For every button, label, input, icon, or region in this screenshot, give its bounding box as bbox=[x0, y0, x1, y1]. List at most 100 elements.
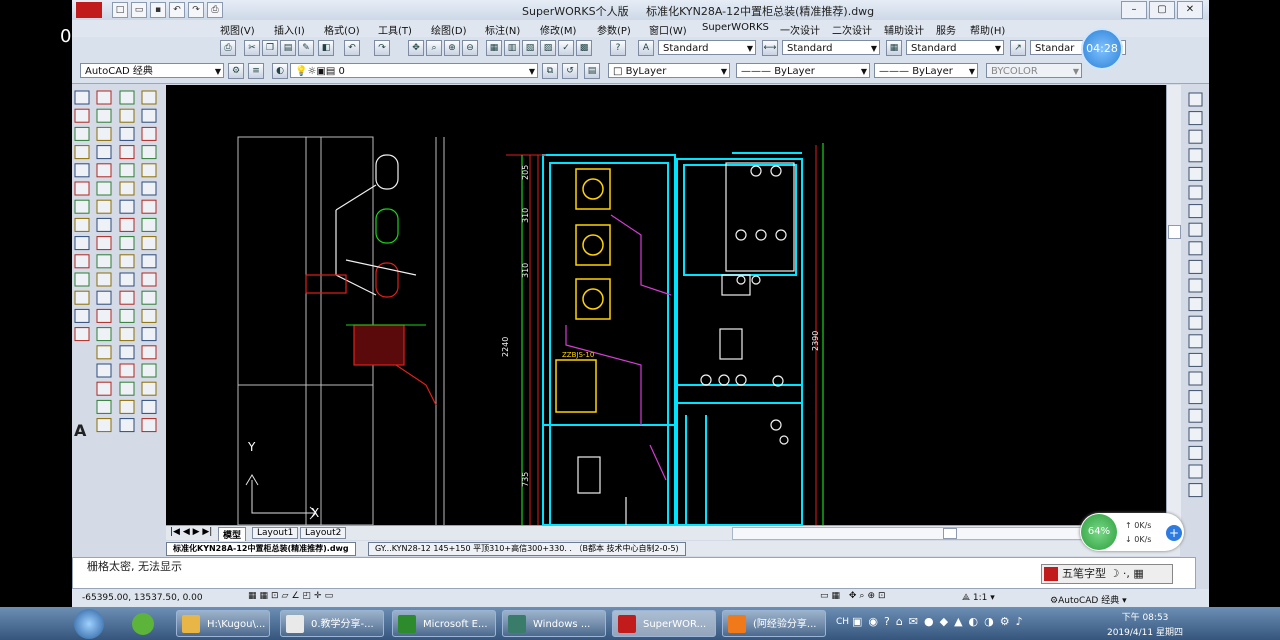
palette-tool-icon bbox=[141, 199, 157, 214]
drafting-toggles-icon[interactable]: ▦▦⊡▱∠◰✛▭ bbox=[248, 591, 336, 601]
recording-timer[interactable]: 04:28 bbox=[1081, 28, 1123, 70]
taskbar-item-excel[interactable]: Microsoft E... bbox=[392, 610, 496, 637]
properties-icon[interactable]: ▦ bbox=[486, 40, 502, 56]
menu-tools[interactable]: 工具(T) bbox=[378, 22, 412, 37]
menu-help[interactable]: 帮助(H) bbox=[970, 22, 1005, 37]
quickcalc-icon[interactable]: ▩ bbox=[576, 40, 592, 56]
excel-icon bbox=[398, 615, 416, 633]
annotation-scale[interactable]: ⟁ 1:1 ▾ bbox=[962, 593, 995, 603]
taskbar-item-kugou[interactable]: H:\Kugou\... bbox=[176, 610, 270, 637]
markup-icon[interactable]: ✓ bbox=[558, 40, 574, 56]
design-center-icon[interactable]: ▥ bbox=[504, 40, 520, 56]
text-style-icon[interactable]: A bbox=[638, 40, 654, 56]
zoom-realtime-icon[interactable]: ⌕ bbox=[426, 40, 442, 56]
dimension-toolbar[interactable] bbox=[1183, 85, 1209, 505]
workspace-settings-icon[interactable]: ⚙ bbox=[228, 63, 244, 79]
tab-layout1[interactable]: Layout1 bbox=[252, 527, 299, 539]
lineweight-select[interactable]: ——— ByLayer ▼ bbox=[874, 63, 978, 78]
hscroll-thumb[interactable] bbox=[943, 528, 957, 539]
print-icon[interactable]: ⎙ bbox=[207, 2, 223, 18]
menu-dimension[interactable]: 标注(N) bbox=[485, 22, 520, 37]
menu-modify[interactable]: 修改(M) bbox=[540, 22, 576, 37]
plotstyle-select[interactable]: BYCOLOR ▼ bbox=[986, 63, 1082, 78]
vertical-scrollbar[interactable] bbox=[1166, 85, 1181, 525]
view-tools-icon[interactable]: ▭▦ ✥⌕⊕⊡ bbox=[820, 591, 889, 601]
copy-icon[interactable]: ❐ bbox=[262, 40, 278, 56]
cut-icon[interactable]: ✂ bbox=[244, 40, 260, 56]
make-current-icon[interactable]: ⧉ bbox=[542, 63, 558, 79]
menu-insert[interactable]: 插入(I) bbox=[274, 22, 305, 37]
zoom-previous-icon[interactable]: ⊖ bbox=[462, 40, 478, 56]
pinned-app-icon[interactable] bbox=[132, 613, 154, 635]
block-editor-icon[interactable]: ◧ bbox=[318, 40, 334, 56]
workspace-switch[interactable]: ⚙AutoCAD 经典 ▾ bbox=[1050, 593, 1127, 606]
open-icon[interactable]: ▭ bbox=[131, 2, 147, 18]
add-icon[interactable]: + bbox=[1166, 525, 1182, 541]
drawing-canvas[interactable]: Y X 205 310 310 2240 735 2390 ZZBJS-10 bbox=[166, 85, 1166, 525]
network-monitor[interactable]: 64% ↑ 0K/s ↓ 0K/s + bbox=[1080, 513, 1184, 551]
palette-tool-icon bbox=[119, 290, 135, 305]
close-button[interactable]: ✕ bbox=[1177, 1, 1203, 19]
ime-bar[interactable]: 五笔字型 ☽ ·, ▦ bbox=[1041, 564, 1173, 584]
dim-style-icon[interactable]: ⟷ bbox=[762, 40, 778, 56]
tab-nav-icon[interactable]: |◀ ◀ ▶ ▶| bbox=[170, 527, 212, 537]
menu-service[interactable]: 服务 bbox=[936, 22, 956, 37]
menu-format[interactable]: 格式(O) bbox=[324, 22, 360, 37]
layer-properties-icon[interactable]: ≡ bbox=[248, 63, 264, 79]
palette-tool-icon bbox=[119, 108, 135, 123]
taskbar-item-windows[interactable]: Windows ... bbox=[502, 610, 606, 637]
layer-select[interactable]: 💡☼▣▤ 0 ▼ bbox=[290, 63, 538, 78]
layer-previous-icon[interactable]: ↺ bbox=[562, 63, 578, 79]
redo-icon[interactable]: ↷ bbox=[188, 2, 204, 18]
redo-tool-icon[interactable]: ↷ bbox=[374, 40, 390, 56]
file-tab-active[interactable]: 标准化KYN28A-12中置柜总装(精准推荐).dwg bbox=[166, 542, 356, 556]
maximize-button[interactable]: ▢ bbox=[1149, 1, 1175, 19]
taskbar-item-superworks[interactable]: SuperWOR... bbox=[612, 610, 716, 637]
taskbar-item-share[interactable]: 0.教学分享-... bbox=[280, 610, 384, 637]
text-style-select[interactable]: Standard ▼ bbox=[658, 40, 756, 55]
palette-tool-icon bbox=[141, 126, 157, 141]
plot-icon[interactable]: ⎙ bbox=[220, 40, 236, 56]
menu-primary-design[interactable]: 一次设计 bbox=[780, 22, 820, 37]
paste-icon[interactable]: ▤ bbox=[280, 40, 296, 56]
draw-modify-toolbars[interactable] bbox=[72, 85, 166, 555]
zoom-window-icon[interactable]: ⊕ bbox=[444, 40, 460, 56]
file-tab-other[interactable]: GY...KYN28-12 145+150 平顶310+高信300+330. .… bbox=[368, 542, 686, 556]
layer-state-icon[interactable]: ◐ bbox=[272, 63, 288, 79]
text-tool-icon[interactable]: A bbox=[74, 421, 86, 440]
help-icon[interactable]: ? bbox=[610, 40, 626, 56]
tab-model[interactable]: 模型 bbox=[218, 527, 247, 542]
start-button[interactable] bbox=[74, 609, 104, 639]
menu-window[interactable]: 窗口(W) bbox=[649, 22, 687, 37]
new-icon[interactable]: □ bbox=[112, 2, 128, 18]
tray-language[interactable]: CH bbox=[836, 617, 849, 627]
menu-draw[interactable]: 绘图(D) bbox=[431, 22, 467, 37]
pan-icon[interactable]: ✥ bbox=[408, 40, 424, 56]
command-line[interactable]: 栅格太密, 无法显示 五笔字型 ☽ ·, ▦ bbox=[72, 557, 1196, 589]
taskbar-item-pdf[interactable]: (阿经验分享... bbox=[722, 610, 826, 637]
menu-superworks[interactable]: SuperWORKS bbox=[702, 22, 769, 33]
menu-aux-design[interactable]: 辅助设计 bbox=[884, 22, 924, 37]
tray-icons[interactable]: ▣◉?⌂✉●◆▲◐◑⚙♪ bbox=[852, 615, 1029, 628]
table-style-icon[interactable]: ▦ bbox=[886, 40, 902, 56]
undo-tool-icon[interactable]: ↶ bbox=[344, 40, 360, 56]
layer-iso-icon[interactable]: ▤ bbox=[584, 63, 600, 79]
minimize-button[interactable]: – bbox=[1121, 1, 1147, 19]
color-select[interactable]: □ ByLayer ▼ bbox=[608, 63, 730, 78]
workspace-select[interactable]: AutoCAD 经典 ▼ bbox=[80, 63, 224, 78]
menu-secondary-design[interactable]: 二次设计 bbox=[832, 22, 872, 37]
undo-icon[interactable]: ↶ bbox=[169, 2, 185, 18]
multileader-style-icon[interactable]: ↗ bbox=[1010, 40, 1026, 56]
linetype-select[interactable]: ——— ByLayer ▼ bbox=[736, 63, 870, 78]
scroll-thumb[interactable] bbox=[1168, 225, 1181, 239]
table-style-select[interactable]: Standard ▼ bbox=[906, 40, 1004, 55]
dim-style-select[interactable]: Standard ▼ bbox=[782, 40, 880, 55]
standard-toolbar: ⎙ ✂ ❐ ▤ ✎ ◧ ↶ ↷ ✥ ⌕ ⊕ ⊖ ▦ ▥ ▧ ▨ ✓ ▩ ? A … bbox=[72, 37, 1209, 60]
match-prop-icon[interactable]: ✎ bbox=[298, 40, 314, 56]
menu-parametric[interactable]: 参数(P) bbox=[597, 22, 631, 37]
sheet-set-icon[interactable]: ▨ bbox=[540, 40, 556, 56]
save-icon[interactable]: ▪ bbox=[150, 2, 166, 18]
tab-layout2[interactable]: Layout2 bbox=[300, 527, 347, 539]
tool-palettes-icon[interactable]: ▧ bbox=[522, 40, 538, 56]
menu-view[interactable]: 视图(V) bbox=[220, 22, 255, 37]
